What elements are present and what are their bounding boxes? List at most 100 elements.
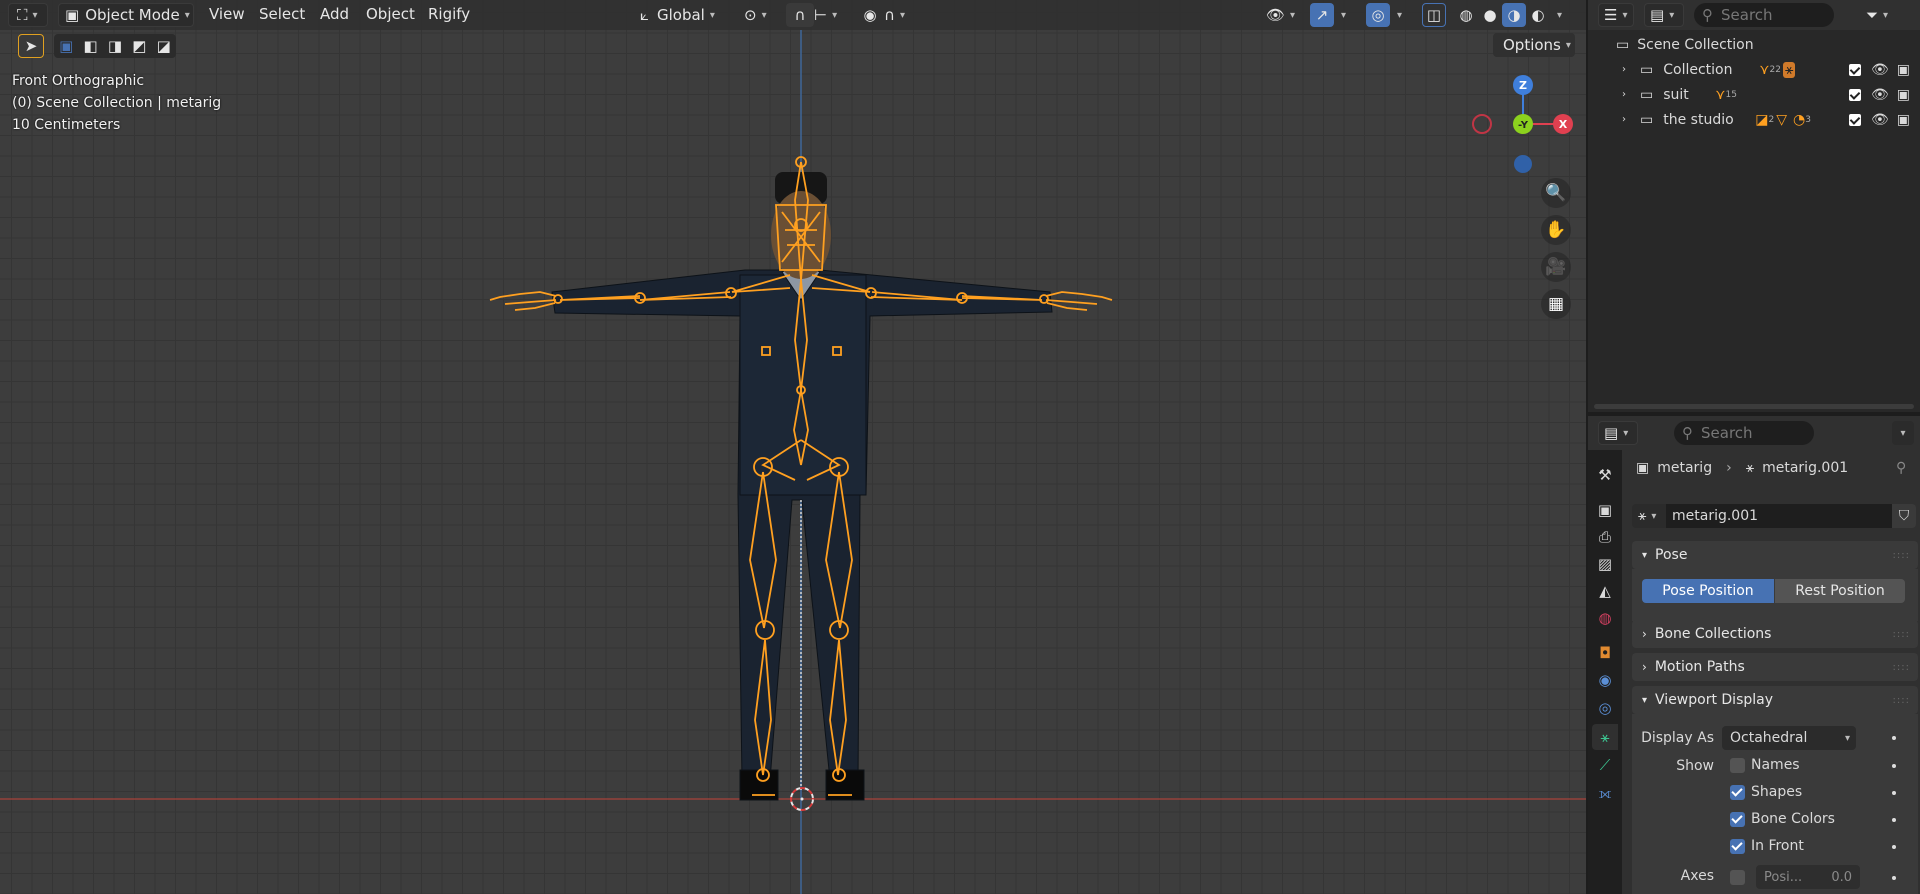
tab-view-layer[interactable]: ▨ [1592,551,1618,577]
pose-position-button[interactable]: Pose Position [1642,579,1774,603]
panel-viewport-display-header[interactable]: ▾ Viewport Display :::: [1632,686,1918,714]
select-subtract-icon[interactable]: ◨ [108,37,122,55]
outliner-scrollbar[interactable] [1594,404,1914,409]
data-name-field[interactable]: metarig.001 [1666,504,1892,528]
bone-colors-checkbox[interactable] [1730,811,1745,827]
options-dropdown[interactable]: Options ▾ [1493,33,1575,57]
names-checkbox-row[interactable]: Names [1730,757,1800,773]
perspective-toggle-button[interactable]: ▦ [1541,289,1571,319]
keyframe-dot[interactable] [1892,818,1896,822]
armature-browse-button[interactable]: ⚹ ▾ [1632,504,1666,528]
visibility-dropdown[interactable]: 👁 ▾ [1266,3,1306,27]
shapes-checkbox-row[interactable]: Shapes [1730,784,1802,800]
menu-rigify[interactable]: Rigify [428,5,470,23]
menu-add[interactable]: Add [320,5,349,23]
properties-editor-type[interactable]: ▤ ▾ [1598,421,1638,445]
editor-type-menu[interactable]: ⛶ ▾ [8,3,48,27]
render-camera-icon[interactable]: ▣ [1897,112,1910,128]
panel-bone-collections-header[interactable]: › Bone Collections :::: [1632,620,1918,648]
pin-icon[interactable]: ⚲ [1896,460,1906,476]
xray-toggle[interactable]: ◫ [1422,3,1446,27]
exclude-checkbox[interactable] [1848,63,1861,76]
menu-object[interactable]: Object [366,5,415,23]
in-front-checkbox[interactable] [1730,838,1745,854]
gizmo-dropdown[interactable]: ▾ [1336,3,1352,27]
tab-render[interactable]: ▣ [1592,497,1618,523]
select-invert-icon[interactable]: ◩ [132,37,146,55]
falloff-dropdown[interactable]: ∩ ▾ [884,3,920,27]
axes-checkbox[interactable] [1730,869,1745,885]
menu-select[interactable]: Select [259,5,305,23]
3d-viewport[interactable]: ⛶ ▾ ▣ Object Mode ▾ View Select Add Object… [0,0,1586,894]
keyframe-dot[interactable] [1892,791,1896,795]
exclude-checkbox[interactable] [1848,113,1861,126]
names-checkbox[interactable] [1730,757,1745,773]
expand-chevron-icon[interactable]: › [1622,89,1626,100]
exclude-checkbox[interactable] [1848,88,1861,101]
tab-world[interactable]: ◍ [1592,605,1618,631]
axes-position-field[interactable]: Posi... 0.0 [1756,865,1860,889]
display-mode-dropdown[interactable]: ▤ ▾ [1644,3,1684,27]
keyframe-dot[interactable] [1892,876,1896,880]
shapes-checkbox[interactable] [1730,784,1745,800]
mode-dropdown[interactable]: ▣ Object Mode ▾ [58,3,194,27]
outliner-editor-type[interactable]: ☰ ▾ [1598,3,1634,27]
outliner-search-input[interactable]: ⚲ Search [1694,3,1834,27]
tab-physics[interactable]: ◎ [1592,695,1618,721]
pan-button[interactable]: ✋ [1541,215,1571,245]
tab-bone[interactable]: ⟋ [1592,752,1618,778]
select-extend-icon[interactable]: ◧ [83,37,97,55]
select-new-icon[interactable]: ▣ [59,37,73,55]
keyframe-dot[interactable] [1892,845,1896,849]
keyframe-dot[interactable] [1892,736,1896,740]
shading-solid-button[interactable]: ● [1478,3,1502,27]
shading-material-button[interactable]: ◑ [1502,3,1526,27]
gizmo-toggle[interactable]: ↗ [1310,3,1334,27]
keyframe-dot[interactable] [1892,764,1896,768]
display-as-dropdown[interactable]: Octahedral ▾ [1722,726,1856,750]
expand-chevron-icon[interactable]: › [1622,114,1626,125]
snap-toggle[interactable]: ∩ [786,3,814,27]
outliner-row[interactable]: › ▭ suit ⋎ 15 👁 ▣ [1588,82,1920,107]
tab-modifiers[interactable]: ◉ [1592,667,1618,693]
transform-orientation-dropdown[interactable]: ⟀ Global ▾ [636,3,736,27]
shading-rendered-button[interactable]: ◐ [1526,3,1550,27]
proportional-edit-toggle[interactable]: ◉ [858,3,882,27]
visibility-eye-icon[interactable]: 👁 [1871,87,1889,103]
outliner-row[interactable]: › ▭ Collection ⋎ 22 ⚹ 👁 ▣ [1588,57,1920,82]
select-intersect-icon[interactable]: ◪ [157,37,171,55]
rest-position-button[interactable]: Rest Position [1775,579,1905,603]
render-camera-icon[interactable]: ▣ [1897,62,1910,78]
expand-chevron-icon[interactable]: › [1622,64,1626,75]
tab-bone-constraints[interactable]: ⟗ [1592,780,1618,806]
menu-view[interactable]: View [209,5,245,23]
visibility-eye-icon[interactable]: 👁 [1871,112,1889,128]
render-camera-icon[interactable]: ▣ [1897,87,1910,103]
fake-user-button[interactable]: ⛉ [1892,504,1916,528]
select-tool-button[interactable]: ➤ [18,34,44,58]
zoom-button[interactable]: 🔍 [1541,178,1571,208]
shading-wireframe-button[interactable]: ◍ [1454,3,1478,27]
pivot-point-dropdown[interactable]: ⊙ ▾ [744,3,784,27]
snap-target-dropdown[interactable]: ⊢ ▾ [814,3,850,27]
properties-options-dropdown[interactable]: ▾ [1892,421,1914,445]
overlays-dropdown[interactable]: ▾ [1392,3,1408,27]
filter-dropdown[interactable]: ⏷ ▾ [1866,3,1902,27]
panel-pose-header[interactable]: ▾ Pose :::: [1632,541,1918,569]
properties-search-input[interactable]: ⚲ Search [1674,421,1814,445]
navigation-gizmo[interactable]: Z X -Y [1468,70,1578,180]
tab-output[interactable]: ⎙ [1592,524,1618,550]
panel-motion-paths-header[interactable]: › Motion Paths :::: [1632,653,1918,681]
shading-dropdown[interactable]: ▾ [1552,3,1572,27]
overlays-toggle[interactable]: ◎ [1366,3,1390,27]
tab-object[interactable]: ◘ [1592,640,1618,666]
tab-scene[interactable]: ◭ [1592,578,1618,604]
bone-colors-checkbox-row[interactable]: Bone Colors [1730,811,1835,827]
tab-object-data-armature[interactable]: ⚹ [1592,724,1618,750]
tab-tool[interactable]: ⚒ [1592,462,1618,488]
visibility-eye-icon[interactable]: 👁 [1871,62,1889,78]
camera-view-button[interactable]: 🎥 [1541,252,1571,282]
in-front-checkbox-row[interactable]: In Front [1730,838,1804,854]
outliner-row-scene-collection[interactable]: ▭ Scene Collection [1588,32,1920,57]
outliner-row[interactable]: › ▭ the studio ◪ 2 ▽ ◔ 3 👁 ▣ [1588,107,1920,132]
